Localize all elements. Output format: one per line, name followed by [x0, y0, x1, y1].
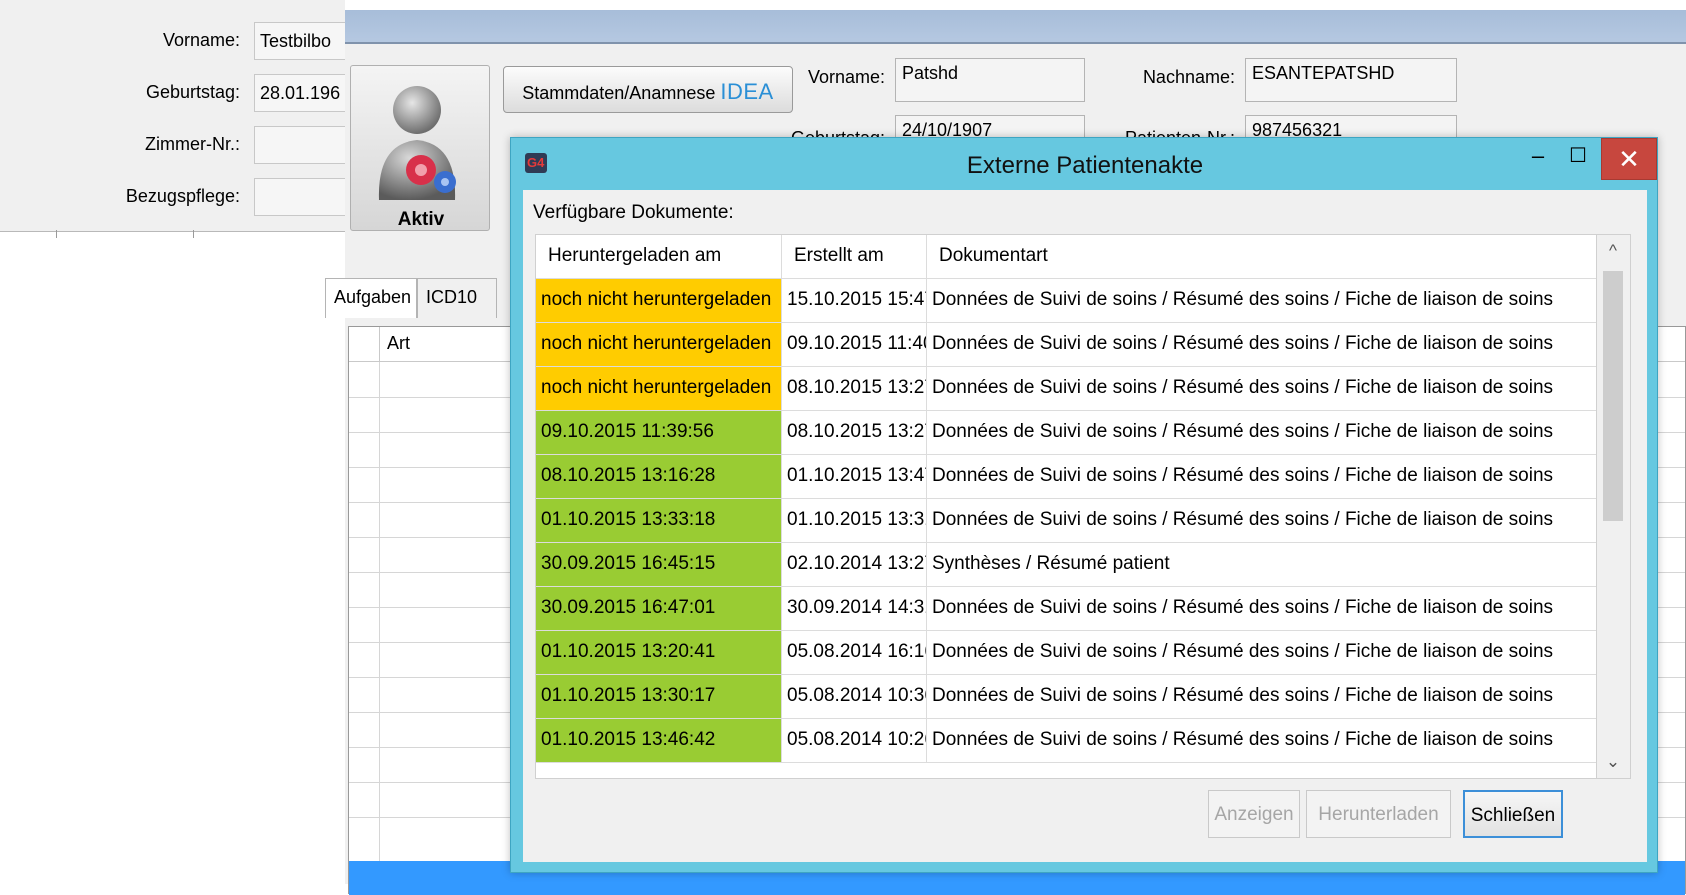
show-button[interactable]: Anzeigen: [1208, 790, 1300, 838]
cell-created: 05.08.2014 10:26: [782, 719, 927, 763]
cell-downloaded: noch nicht heruntergeladen: [536, 367, 782, 411]
bezugspflege-field[interactable]: [254, 178, 354, 216]
cell-document-type: Données de Suivi de soins / Résumé des s…: [927, 455, 1596, 499]
vorname-field[interactable]: Patshd: [895, 58, 1085, 102]
bezugspflege-label: Bezugspflege:: [125, 186, 240, 206]
column-header-document-type[interactable]: Dokumentart: [927, 235, 1596, 279]
cell-downloaded: 01.10.2015 13:20:41: [536, 631, 782, 675]
cell-created: 30.09.2014 14:31: [782, 587, 927, 631]
patient-avatar-icon: [378, 86, 456, 200]
column-header-created[interactable]: Erstellt am: [782, 235, 927, 279]
cell-downloaded: 08.10.2015 13:16:28: [536, 455, 782, 499]
table-row[interactable]: 30.09.2015 16:45:15 02.10.2014 13:27 Synth…: [536, 543, 1596, 587]
cell-document-type: Données de Suivi de soins / Résumé des s…: [927, 719, 1596, 763]
scroll-thumb[interactable]: [1603, 271, 1623, 521]
vorname-field[interactable]: Testbilbo: [254, 22, 354, 60]
background-patient-panel: Vorname: Testbilbo Geburtstag: 28.01.196…: [0, 0, 354, 232]
table-row[interactable]: noch nicht heruntergeladen 08.10.2015 13:…: [536, 367, 1596, 411]
patient-window-titlebar[interactable]: [345, 10, 1686, 44]
nachname-label: Nachname:: [1142, 67, 1235, 87]
vorname-label: Vorname:: [807, 67, 885, 87]
available-documents-label: Verfügbare Dokumente:: [533, 202, 734, 223]
cell-created: 01.10.2015 13:31: [782, 499, 927, 543]
cell-document-type: Données de Suivi de soins / Résumé des s…: [927, 367, 1596, 411]
cell-downloaded: 01.10.2015 13:30:17: [536, 675, 782, 719]
tab-aufgaben[interactable]: Aufgaben: [325, 278, 417, 318]
dialog-title: Externe Patientenakte: [966, 152, 1204, 179]
cell-downloaded: noch nicht heruntergeladen: [536, 323, 782, 367]
cell-downloaded: noch nicht heruntergeladen: [536, 279, 782, 323]
cell-created: 15.10.2015 15:47: [782, 279, 927, 323]
cell-downloaded: 30.09.2015 16:47:01: [536, 587, 782, 631]
table-row[interactable]: 01.10.2015 13:30:17 05.08.2014 10:36 Donné…: [536, 675, 1596, 719]
zimmer-nr-label: Zimmer-Nr.:: [145, 134, 240, 154]
download-button[interactable]: Herunterladen: [1306, 790, 1451, 838]
patient-status-badge[interactable]: Aktiv: [350, 65, 490, 231]
cell-created: 08.10.2015 13:27: [782, 411, 927, 455]
vorname-label: Vorname:: [162, 30, 240, 50]
maximize-button[interactable]: ☐: [1563, 142, 1593, 176]
close-button[interactable]: Schließen: [1463, 790, 1563, 838]
table-row[interactable]: 01.10.2015 13:46:42 05.08.2014 10:26 Donné…: [536, 719, 1596, 763]
dialog-client-area: Verfügbare Dokumente: Heruntergeladen am…: [523, 190, 1647, 862]
cell-created: 09.10.2015 11:40: [782, 323, 927, 367]
cell-downloaded: 01.10.2015 13:46:42: [536, 719, 782, 763]
scroll-down-icon[interactable]: ⌄: [1597, 746, 1629, 778]
externe-patientenakte-dialog: G4 Externe Patientenakte – ☐ ✕ Verfügbar…: [510, 137, 1658, 873]
column-header-downloaded[interactable]: Heruntergeladen am: [536, 235, 782, 279]
geburtstag-label: Geburtstag:: [145, 82, 240, 102]
cell-document-type: Synthèses / Résumé patient: [927, 543, 1596, 587]
table-row[interactable]: 30.09.2015 16:47:01 30.09.2014 14:31 Donné…: [536, 587, 1596, 631]
cell-downloaded: 30.09.2015 16:45:15: [536, 543, 782, 587]
cell-downloaded: 09.10.2015 11:39:56: [536, 411, 782, 455]
geburtstag-field[interactable]: 28.01.196: [254, 74, 354, 112]
cell-created: 08.10.2015 13:27: [782, 367, 927, 411]
cell-created: 01.10.2015 13:47: [782, 455, 927, 499]
cell-document-type: Données de Suivi de soins / Résumé des s…: [927, 675, 1596, 719]
minimize-button[interactable]: –: [1523, 142, 1553, 176]
table-row[interactable]: noch nicht heruntergeladen 15.10.2015 15:…: [536, 279, 1596, 323]
cell-document-type: Données de Suivi de soins / Résumé des s…: [927, 631, 1596, 675]
grid-column-art[interactable]: Art: [387, 333, 410, 354]
table-row[interactable]: 01.10.2015 13:20:41 05.08.2014 16:16 Donné…: [536, 631, 1596, 675]
documents-table: Heruntergeladen am Erstellt am Dokumenta…: [535, 234, 1597, 779]
table-row[interactable]: noch nicht heruntergeladen 09.10.2015 11:…: [536, 323, 1596, 367]
cell-document-type: Données de Suivi de soins / Résumé des s…: [927, 279, 1596, 323]
cell-created: 05.08.2014 10:36: [782, 675, 927, 719]
table-row[interactable]: 01.10.2015 13:33:18 01.10.2015 13:31 Donné…: [536, 499, 1596, 543]
table-row[interactable]: 09.10.2015 11:39:56 08.10.2015 13:27 Donné…: [536, 411, 1596, 455]
tab-icd10[interactable]: ICD10: [417, 278, 497, 318]
cell-document-type: Données de Suivi de soins / Résumé des s…: [927, 587, 1596, 631]
cell-created: 02.10.2014 13:27: [782, 543, 927, 587]
table-scrollbar[interactable]: ^ ⌄: [1597, 234, 1631, 779]
zimmer-nr-field[interactable]: [254, 126, 354, 164]
nachname-field[interactable]: ESANTEPATSHD: [1245, 58, 1457, 102]
cell-document-type: Données de Suivi de soins / Résumé des s…: [927, 499, 1596, 543]
cell-document-type: Données de Suivi de soins / Résumé des s…: [927, 323, 1596, 367]
close-icon[interactable]: ✕: [1601, 138, 1657, 180]
scroll-up-icon[interactable]: ^: [1597, 235, 1629, 267]
divider-tick: [193, 230, 194, 238]
table-row[interactable]: 08.10.2015 13:16:28 01.10.2015 13:47 Donné…: [536, 455, 1596, 499]
cell-downloaded: 01.10.2015 13:33:18: [536, 499, 782, 543]
cell-document-type: Données de Suivi de soins / Résumé des s…: [927, 411, 1596, 455]
cell-created: 05.08.2014 16:16: [782, 631, 927, 675]
divider-tick: [56, 230, 57, 238]
status-label: Aktiv: [397, 209, 445, 230]
stammdaten-button-label: Stammdaten/Anamnese: [522, 83, 716, 103]
